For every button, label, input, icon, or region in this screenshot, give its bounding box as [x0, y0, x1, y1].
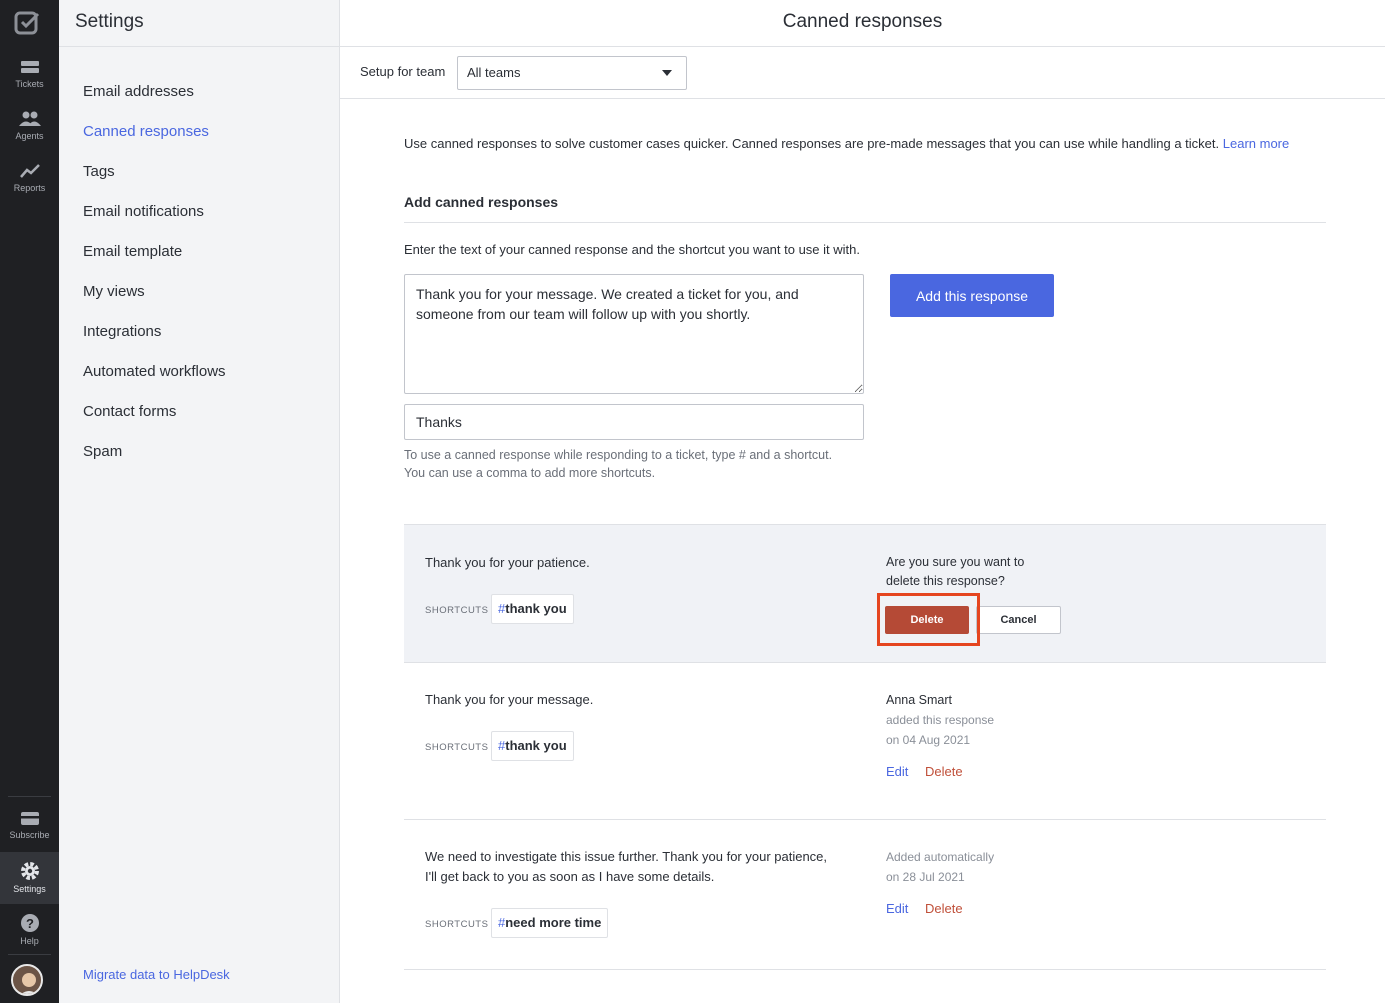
rail-settings-label: Settings [13, 884, 46, 894]
rail-help-label: Help [20, 936, 39, 946]
highlight-box [877, 593, 980, 646]
card-icon [20, 812, 39, 825]
edit-link[interactable]: Edit [886, 901, 908, 916]
delete-confirm-question: Are you sure you want to delete this res… [886, 553, 1056, 591]
migrate-link[interactable]: Migrate data to HelpDesk [83, 967, 230, 982]
ticket-icon [20, 61, 39, 73]
delete-link[interactable]: Delete [925, 764, 963, 779]
page-title: Canned responses [340, 0, 1385, 47]
sidebar-item-canned-responses[interactable]: Canned responses [59, 120, 339, 160]
intro-text: Use canned responses to solve customer c… [404, 136, 1289, 151]
sidebar-item-my-views[interactable]: My views [59, 280, 339, 320]
gear-icon [20, 862, 39, 880]
main-panel: Canned responses Setup for team All team… [340, 0, 1385, 1003]
rail-tickets[interactable]: Tickets [0, 58, 59, 110]
sidebar-item-integrations[interactable]: Integrations [59, 320, 339, 360]
section-divider [404, 222, 1326, 223]
rail-agents-label: Agents [15, 131, 44, 141]
shortcut-tag[interactable]: #need more time [491, 908, 609, 938]
delete-confirm-line1: Are you sure you want to [886, 555, 1025, 569]
response-meta-line1: added this response [886, 713, 995, 727]
team-select[interactable]: All teams [457, 56, 687, 90]
shortcut-note-line1: To use a canned response while respondin… [404, 448, 833, 462]
team-bar: Setup for team All teams [340, 47, 1385, 99]
settings-sidebar: Settings Email addresses Canned response… [59, 0, 340, 1003]
shortcut-note-line2: You can use a comma to add more shortcut… [404, 466, 656, 480]
rail-agents[interactable]: Agents [0, 110, 59, 162]
sidebar-item-email-template[interactable]: Email template [59, 240, 339, 280]
response-row: Thank you for your message. SHORTCUTS #t… [404, 663, 1326, 819]
response-text-line1: We need to investigate this issue furthe… [425, 849, 828, 864]
sidebar-item-email-addresses[interactable]: Email addresses [59, 80, 339, 120]
response-meta-line1: Added automatically [886, 850, 995, 864]
response-text: Thank you for your message. [425, 692, 594, 707]
help-icon: ? [20, 914, 39, 932]
team-select-value: All teams [467, 65, 521, 80]
response-text: Thank you for your patience. [425, 555, 590, 570]
app-logo-icon[interactable] [14, 10, 42, 36]
rail-divider [8, 954, 51, 955]
response-meta: Added automatically on 28 Jul 2021 [886, 847, 994, 887]
rail-tickets-label: Tickets [15, 79, 44, 89]
rail-help[interactable]: ? Help [0, 913, 59, 965]
response-meta: Anna Smart added this response on 04 Aug… [886, 690, 994, 750]
response-row: We need to investigate this issue furthe… [404, 820, 1326, 969]
delete-confirm-line2: delete this response? [886, 574, 1005, 588]
shortcut-tag-text: thank you [505, 601, 567, 616]
shortcuts-label: SHORTCUTS [425, 742, 489, 753]
sidebar-item-automated-workflows[interactable]: Automated workflows [59, 360, 339, 400]
response-author: Anna Smart [886, 693, 953, 707]
response-date: on 04 Aug 2021 [886, 733, 971, 747]
response-text-line2: I'll get back to you as soon as I have s… [425, 869, 715, 884]
app-rail: Tickets Agents Reports Subscribe Setting… [0, 0, 59, 1003]
shortcuts-label: SHORTCUTS [425, 605, 489, 616]
response-text-input[interactable] [404, 274, 864, 394]
shortcut-tag-text: thank you [505, 738, 567, 753]
sidebar-title: Settings [59, 0, 339, 47]
rail-divider [8, 796, 51, 797]
delete-link[interactable]: Delete [925, 901, 963, 916]
edit-link[interactable]: Edit [886, 764, 908, 779]
shortcut-note: To use a canned response while respondin… [404, 446, 874, 482]
shortcuts-label: SHORTCUTS [425, 919, 489, 930]
svg-text:?: ? [26, 916, 34, 931]
section-title: Add canned responses [404, 194, 559, 210]
shortcut-tag-text: need more time [505, 915, 602, 930]
avatar-face-icon [13, 966, 41, 994]
agents-icon [18, 111, 41, 126]
cancel-button[interactable]: Cancel [976, 606, 1061, 634]
row-divider [404, 969, 1326, 970]
chevron-down-icon [662, 70, 672, 76]
avatar[interactable] [11, 964, 43, 996]
response-text: We need to investigate this issue furthe… [425, 847, 865, 887]
sidebar-item-email-notifications[interactable]: Email notifications [59, 200, 339, 240]
team-label: Setup for team [360, 64, 446, 79]
intro-body: Use canned responses to solve customer c… [404, 136, 1220, 151]
add-response-button[interactable]: Add this response [890, 274, 1054, 317]
shortcut-input[interactable] [404, 404, 864, 440]
shortcut-tag[interactable]: #thank you [491, 731, 574, 761]
sidebar-item-tags[interactable]: Tags [59, 160, 339, 200]
rail-subscribe-label: Subscribe [9, 830, 50, 840]
shortcut-tag[interactable]: #thank you [491, 594, 574, 624]
rail-reports-label: Reports [13, 183, 46, 193]
response-row: Thank you for your patience. SHORTCUTS #… [404, 524, 1326, 663]
rail-settings[interactable]: Settings [0, 852, 59, 904]
learn-more-link[interactable]: Learn more [1223, 136, 1289, 151]
response-date: on 28 Jul 2021 [886, 870, 965, 884]
reports-icon [19, 164, 40, 178]
rail-reports[interactable]: Reports [0, 162, 59, 214]
add-hint: Enter the text of your canned response a… [404, 242, 860, 257]
sidebar-item-spam[interactable]: Spam [59, 440, 339, 480]
sidebar-item-contact-forms[interactable]: Contact forms [59, 400, 339, 440]
settings-nav: Email addresses Canned responses Tags Em… [59, 47, 339, 480]
